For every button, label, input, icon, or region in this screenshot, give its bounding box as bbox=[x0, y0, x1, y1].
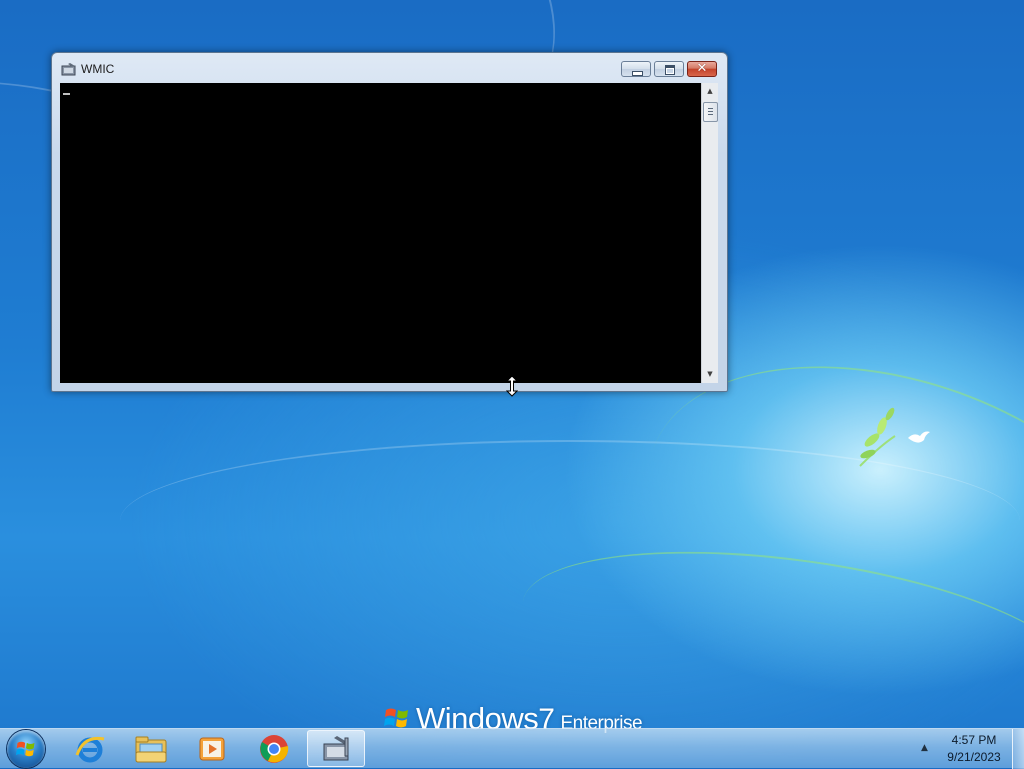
clock-date: 9/21/2023 bbox=[947, 750, 1001, 764]
window-titlebar[interactable]: WMIC ✕ bbox=[52, 53, 727, 83]
maximize-icon bbox=[665, 65, 675, 75]
windows-flag-logo-icon bbox=[384, 708, 408, 728]
show-desktop-button[interactable] bbox=[1012, 729, 1024, 769]
scroll-down-arrow-icon[interactable]: ▼ bbox=[702, 366, 718, 383]
taskbar-clock[interactable]: 4:57 PM 9/21/2023 bbox=[938, 732, 1010, 766]
show-hidden-icons-button[interactable]: ▲ bbox=[921, 743, 928, 753]
taskbar-media-player[interactable] bbox=[183, 730, 241, 767]
start-button[interactable] bbox=[7, 730, 45, 768]
grip-line bbox=[708, 108, 713, 109]
chrome-icon bbox=[260, 735, 289, 763]
scroll-up-arrow-icon[interactable]: ▲ bbox=[702, 83, 718, 100]
minimize-button[interactable] bbox=[621, 61, 651, 77]
console-area[interactable] bbox=[60, 83, 701, 383]
vertical-scrollbar[interactable]: ▲ ▼ bbox=[701, 83, 718, 383]
close-icon: ✕ bbox=[696, 61, 708, 76]
taskbar-windows-explorer[interactable] bbox=[122, 730, 180, 767]
wmic-tool-icon bbox=[61, 63, 76, 76]
taskbar: ▲ 4:57 PM 9/21/2023 bbox=[0, 728, 1024, 769]
grip-line bbox=[708, 114, 713, 115]
grip-line bbox=[708, 111, 713, 112]
scroll-thumb[interactable] bbox=[703, 102, 718, 122]
taskbar-chrome[interactable] bbox=[245, 730, 303, 767]
internet-explorer-icon bbox=[75, 736, 105, 763]
media-player-icon bbox=[199, 737, 225, 761]
taskbar-wmic[interactable] bbox=[307, 730, 365, 767]
window-title: WMIC bbox=[81, 62, 115, 76]
windows-explorer-icon bbox=[135, 736, 167, 763]
minimize-icon bbox=[632, 71, 643, 76]
wmic-tool-icon bbox=[323, 736, 349, 761]
text-cursor bbox=[63, 93, 70, 95]
clock-time: 4:57 PM bbox=[951, 733, 997, 747]
taskbar-internet-explorer[interactable] bbox=[61, 730, 119, 767]
bird-and-branch-icon bbox=[859, 407, 930, 467]
close-button[interactable]: ✕ bbox=[687, 61, 717, 77]
maximize-button[interactable] bbox=[654, 61, 684, 77]
vertical-resize-cursor-icon bbox=[506, 375, 518, 397]
wmic-window[interactable]: WMIC ✕ ▲ ▼ bbox=[51, 52, 728, 392]
windows-start-icon bbox=[16, 741, 35, 757]
